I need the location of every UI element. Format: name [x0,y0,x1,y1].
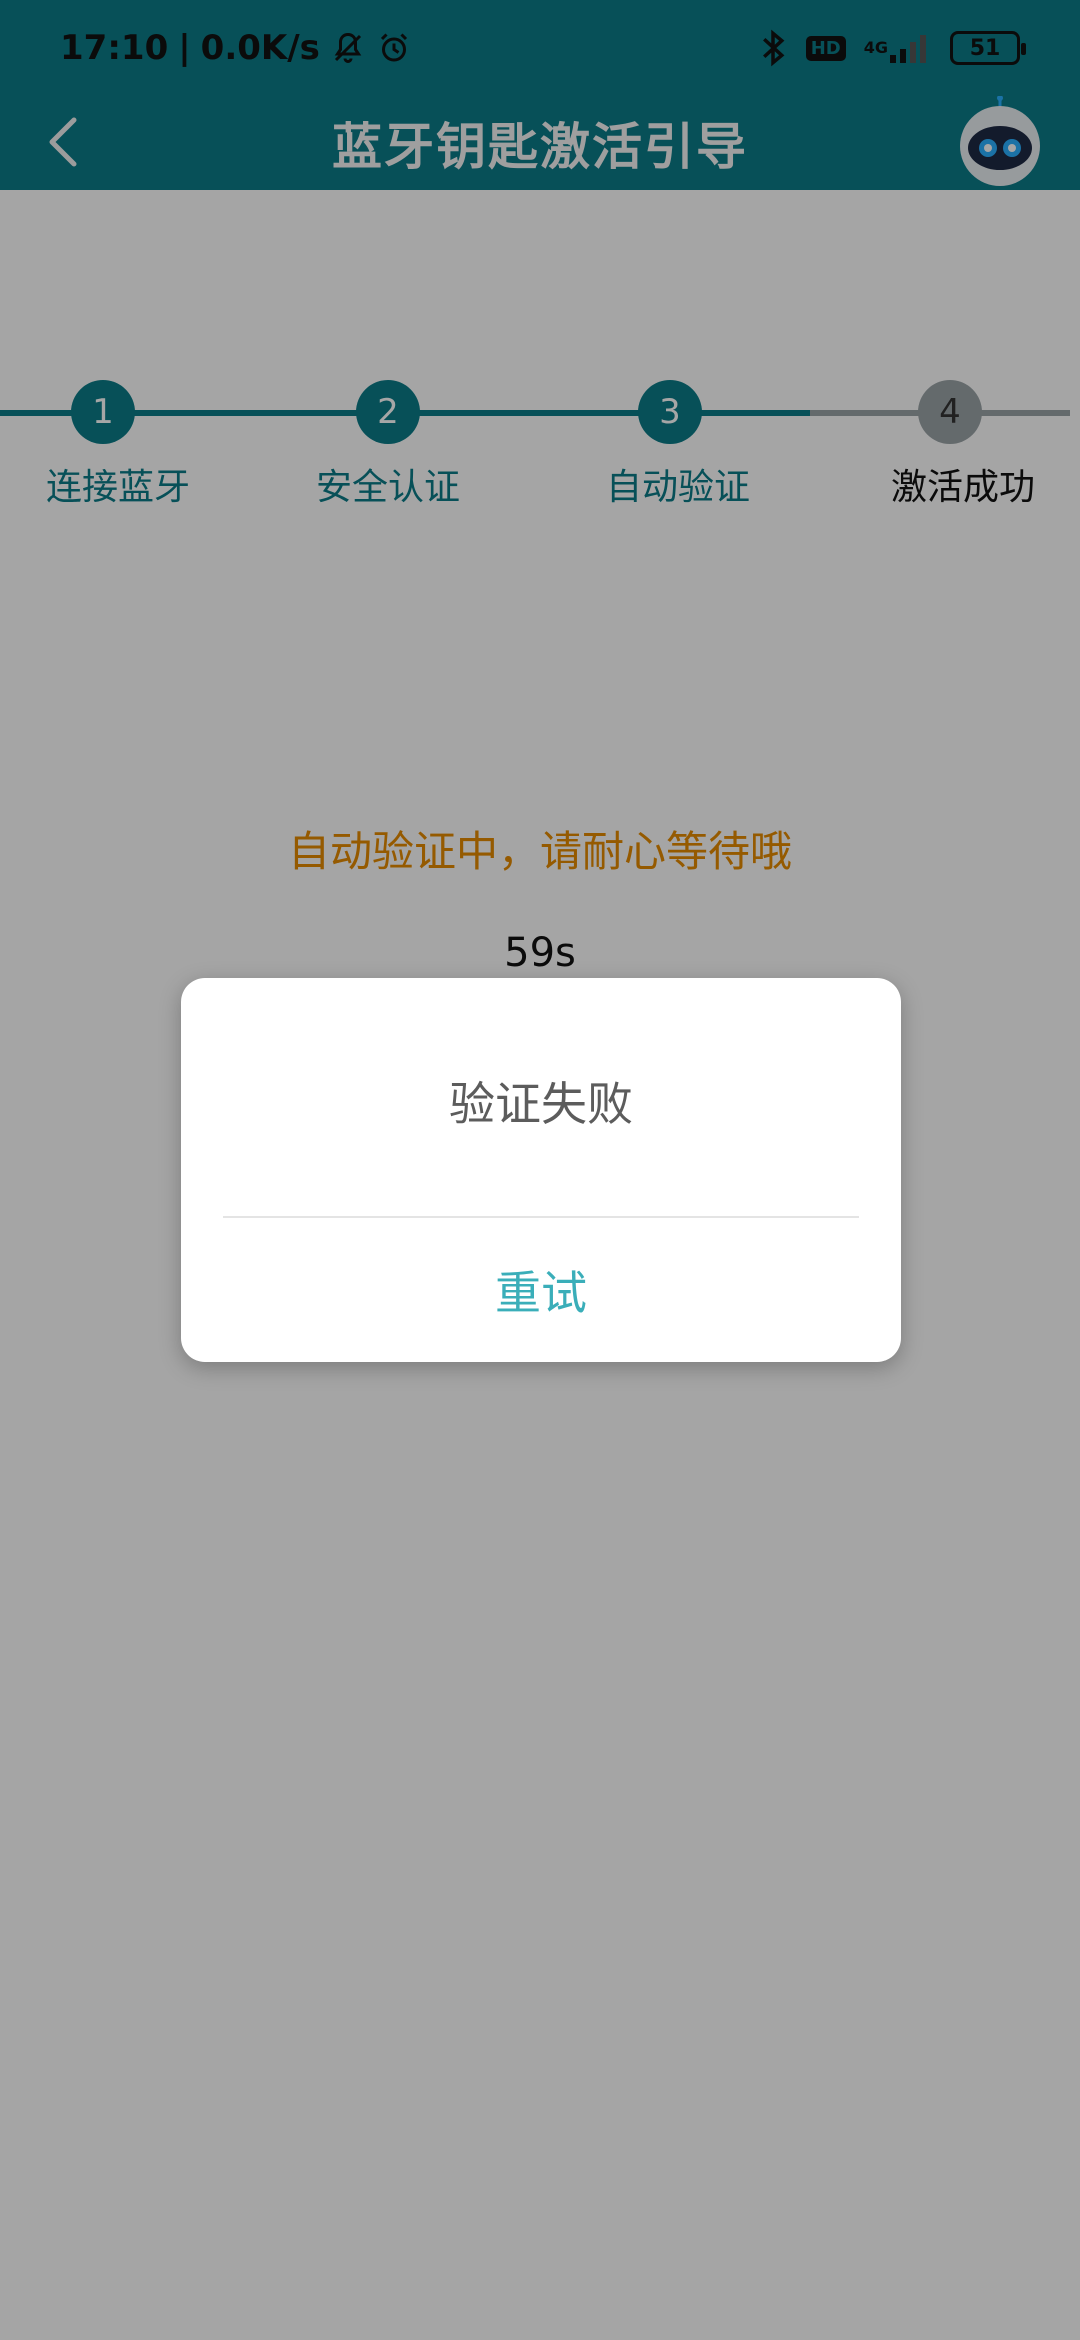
dialog-message: 验证失败 [449,1077,633,1131]
retry-button[interactable]: 重试 [181,1218,901,1362]
verification-failed-dialog: 验证失败 重试 [181,978,901,1362]
